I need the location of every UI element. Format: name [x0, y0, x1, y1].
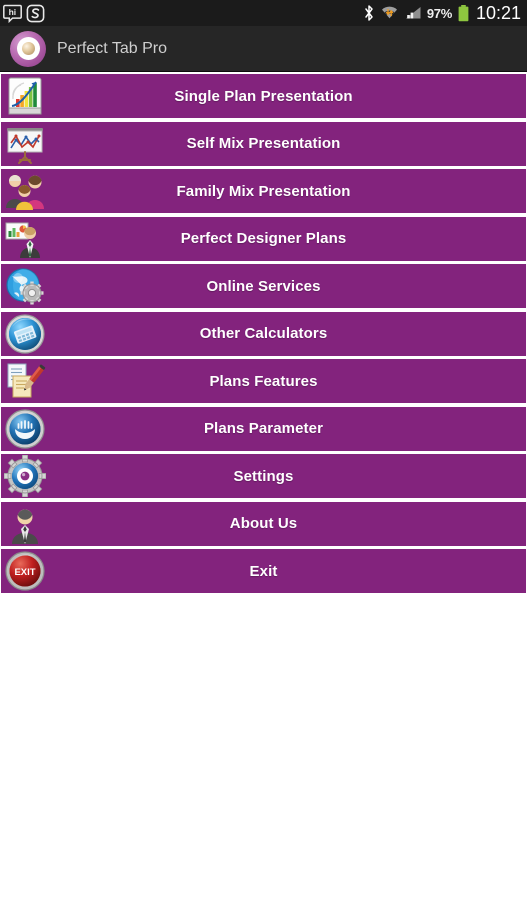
- documents-pen-icon: [7, 363, 46, 398]
- menu-item-about-us[interactable]: About Us: [1, 501, 526, 546]
- menu-item-label: Plans Parameter: [203, 420, 324, 437]
- menu-item-other-calculators[interactable]: Other Calculators: [1, 311, 526, 356]
- battery-percent-label: 97%: [426, 5, 452, 21]
- menu-item-perfect-designer-plans[interactable]: Perfect Designer Plans: [1, 216, 526, 261]
- status-bar-right-icons: 97% 10:21: [363, 4, 521, 23]
- app-logo-icon: [10, 30, 46, 67]
- notification-app-icon: [26, 4, 45, 22]
- status-bar: hi 97% 10:21: [0, 0, 527, 26]
- menu-item-self-mix-presentation[interactable]: Self Mix Presentation: [1, 121, 526, 166]
- menu-item-label: Single Plan Presentation: [174, 87, 353, 105]
- exit-button-icon: EXIT: [5, 551, 45, 591]
- bluetooth-icon: [365, 5, 373, 21]
- menu-item-online-services[interactable]: Online Services: [1, 264, 526, 308]
- menu-item-label: Other Calculators: [199, 325, 328, 342]
- clock-label: 10:21: [475, 3, 521, 23]
- menu-item-label: Self Mix Presentation: [186, 135, 341, 152]
- app-logo-ring: [16, 37, 40, 60]
- menu-item-label: Perfect Designer Plans: [180, 230, 347, 247]
- gear-eye-icon: [4, 455, 46, 497]
- menu-item-exit[interactable]: EXIT Exit: [1, 549, 526, 593]
- menu-item-plans-parameter[interactable]: Plans Parameter: [1, 406, 526, 451]
- menu-item-label: Online Services: [206, 277, 321, 295]
- presentation-board-icon: [7, 127, 43, 164]
- menu-item-label: Exit: [249, 562, 278, 580]
- menu-item-plans-features[interactable]: Plans Features: [1, 359, 526, 403]
- menu-item-label: Plans Features: [209, 372, 318, 390]
- battery-icon: [458, 4, 469, 21]
- menu-item-label: Settings: [233, 467, 294, 485]
- chart-card-icon: [8, 77, 42, 115]
- family-group-icon: [6, 175, 44, 210]
- status-bar-left-icons: hi: [3, 4, 45, 23]
- menu-item-label: About Us: [229, 515, 298, 532]
- app-title-bar: Perfect Tab Pro: [0, 26, 527, 72]
- menu-item-settings[interactable]: Settings: [1, 454, 526, 498]
- menu-item-label: Family Mix Presentation: [176, 182, 351, 200]
- svg-text:EXIT: EXIT: [14, 567, 35, 578]
- app-logo-core: [21, 42, 35, 55]
- wifi-icon: [381, 6, 397, 19]
- businessman-chart-icon: [5, 222, 40, 258]
- menu-item-family-mix-presentation[interactable]: Family Mix Presentation: [1, 169, 526, 213]
- globe-gear-icon: [6, 268, 44, 305]
- cellular-signal-icon: [405, 7, 421, 19]
- hike-messenger-icon: hi: [3, 4, 22, 23]
- calculator-circle-icon: [5, 313, 45, 354]
- hands-circle-icon: [5, 408, 45, 449]
- svg-text:hi: hi: [9, 7, 17, 17]
- person-avatar-icon: [12, 509, 38, 544]
- page-title: Perfect Tab Pro: [57, 39, 167, 57]
- app-root: hi 97% 10:21 Perfect Tab Pro Single Plan…: [0, 0, 527, 900]
- main-menu-list: Single Plan Presentation Self Mix Presen…: [0, 72, 527, 593]
- menu-item-single-plan-presentation[interactable]: Single Plan Presentation: [1, 74, 526, 118]
